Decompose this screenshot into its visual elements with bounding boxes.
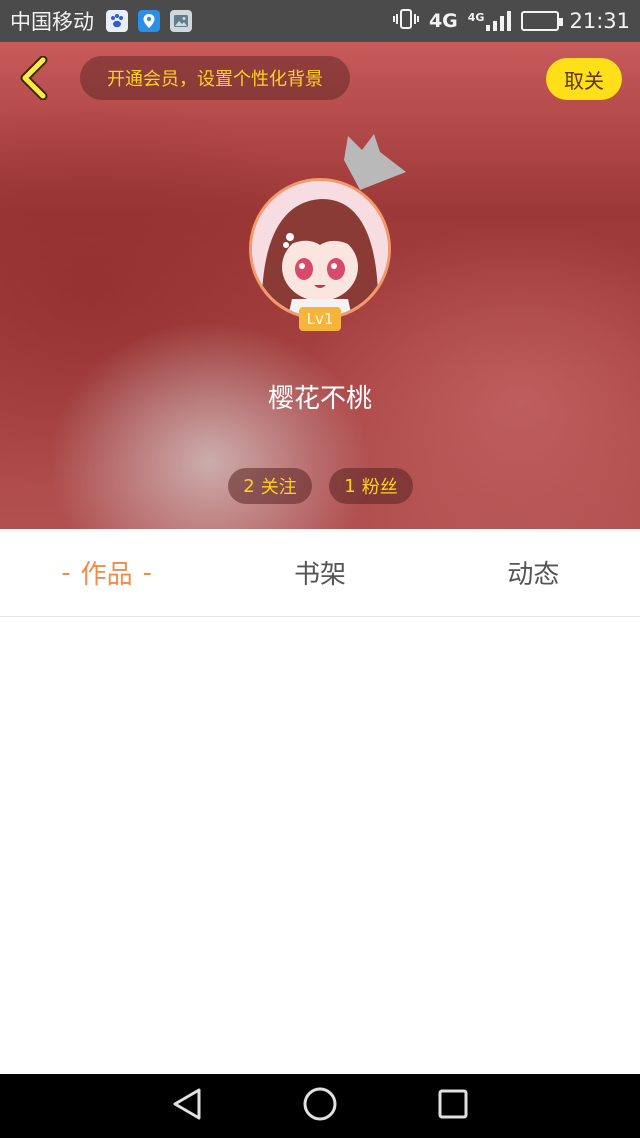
fans-label: 粉丝 (361, 477, 398, 498)
tab-works[interactable]: - 作品 - (0, 529, 213, 616)
status-bar: 中国移动 4G 4G 21:31 (0, 0, 640, 42)
following-button[interactable]: 2 关注 (228, 468, 312, 504)
status-bar-right: 4G 4G 21:31 (392, 8, 630, 35)
map-pin-app-icon (138, 10, 160, 32)
profile-header: 开通会员，设置个性化背景 取关 Lv1 樱花不桃 2 关注 1 粉丝 (0, 42, 640, 529)
tab-label: 动态 (507, 560, 560, 590)
level-badge: Lv1 (299, 307, 341, 331)
tab-active-dash-right: - (142, 557, 153, 588)
nav-back-button[interactable] (163, 1082, 211, 1130)
tab-label: 作品 (80, 560, 133, 590)
following-count: 2 (243, 475, 255, 497)
square-recents-icon (437, 1088, 469, 1124)
tab-activity[interactable]: 动态 (427, 529, 640, 616)
fans-button[interactable]: 1 粉丝 (329, 468, 413, 504)
clock: 21:31 (569, 9, 630, 33)
signal-icon: 4G (468, 11, 512, 31)
following-label: 关注 (260, 477, 297, 498)
unfollow-button[interactable]: 取关 (546, 58, 622, 100)
network-type-small-label: 4G (467, 11, 485, 24)
tab-bookshelf[interactable]: 书架 (213, 529, 426, 616)
tab-content-area (0, 618, 640, 1074)
avatar[interactable] (249, 178, 391, 320)
gallery-app-icon (170, 10, 192, 32)
username: 樱花不桃 (267, 384, 372, 414)
profile-tabs: - 作品 - 书架 动态 (0, 529, 640, 617)
system-navigation-bar (0, 1074, 640, 1138)
avatar-image (252, 181, 388, 317)
paw-app-icon (106, 10, 128, 32)
tab-active-dash-left: - (61, 557, 71, 588)
circle-home-icon (302, 1086, 338, 1126)
battery-charging-icon (521, 11, 564, 31)
vip-background-banner[interactable]: 开通会员，设置个性化背景 (80, 56, 350, 100)
nav-home-button[interactable] (296, 1082, 344, 1130)
nav-recents-button[interactable] (429, 1082, 477, 1130)
tab-label: 书架 (293, 560, 346, 590)
triangle-back-icon (171, 1087, 203, 1125)
fans-count: 1 (344, 475, 356, 497)
carrier-label: 中国移动 (10, 10, 94, 34)
profile-page: 中国移动 4G 4G 21:31 开通会员，设置个性化背景 取关 Lv1 樱花不… (0, 0, 640, 1138)
chevron-left-icon (19, 55, 49, 104)
vibrate-icon (392, 8, 419, 35)
network-type-label: 4G (428, 9, 458, 32)
back-button[interactable] (12, 55, 56, 104)
